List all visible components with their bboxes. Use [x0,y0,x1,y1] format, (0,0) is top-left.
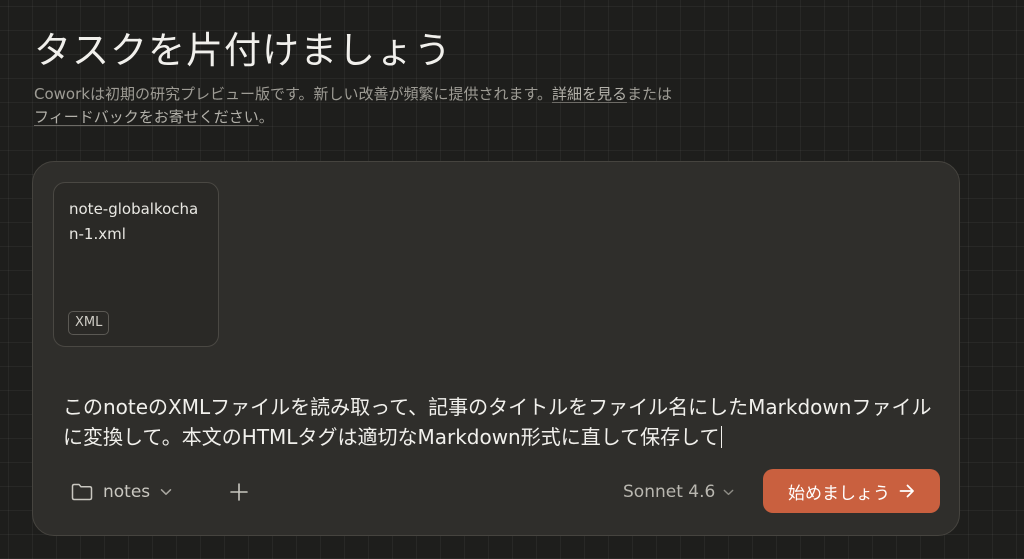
page-title: タスクを片付けましょう [34,29,452,72]
folder-selector-button[interactable]: notes [71,477,172,507]
attachment-filename: note-globalkochan-1.xml [69,200,199,243]
subtitle-text-end: 。 [258,108,274,126]
text-caret [720,426,723,448]
file-type-badge: XML [68,311,110,335]
model-label: Sonnet 4.6 [623,482,716,502]
prompt-input[interactable]: このnoteのXMLファイルを読み取って、記事のタイトルをファイル名にしたMar… [63,392,943,452]
start-button-label: 始めましょう [788,483,890,504]
model-selector[interactable]: Sonnet 4.6 [623,477,734,507]
composer-panel: note-globalkochan-1.xml XML このnoteのXMLファ… [32,161,960,536]
details-link[interactable]: 詳細を見る [552,85,627,103]
attachment-card[interactable]: note-globalkochan-1.xml XML [53,182,219,347]
feedback-link[interactable]: フィードバックをお寄せください [34,108,259,126]
prompt-text: このnoteのXMLファイルを読み取って、記事のタイトルをファイル名にしたMar… [63,395,932,449]
chevron-down-icon [723,489,734,496]
chevron-down-icon [160,488,172,496]
folder-icon [71,483,93,501]
start-button[interactable]: 始めましょう [763,469,940,513]
arrow-right-icon [899,484,915,498]
subtitle-text-middle: または [626,85,672,103]
subtitle: Coworkは初期の研究プレビュー版です。新しい改善が頻繁に提供されます。詳細を… [34,83,754,129]
subtitle-text: Coworkは初期の研究プレビュー版です。新しい改善が頻繁に提供されます。 [34,85,552,103]
folder-label: notes [103,482,151,502]
add-button[interactable] [225,478,253,506]
plus-icon [229,482,249,502]
